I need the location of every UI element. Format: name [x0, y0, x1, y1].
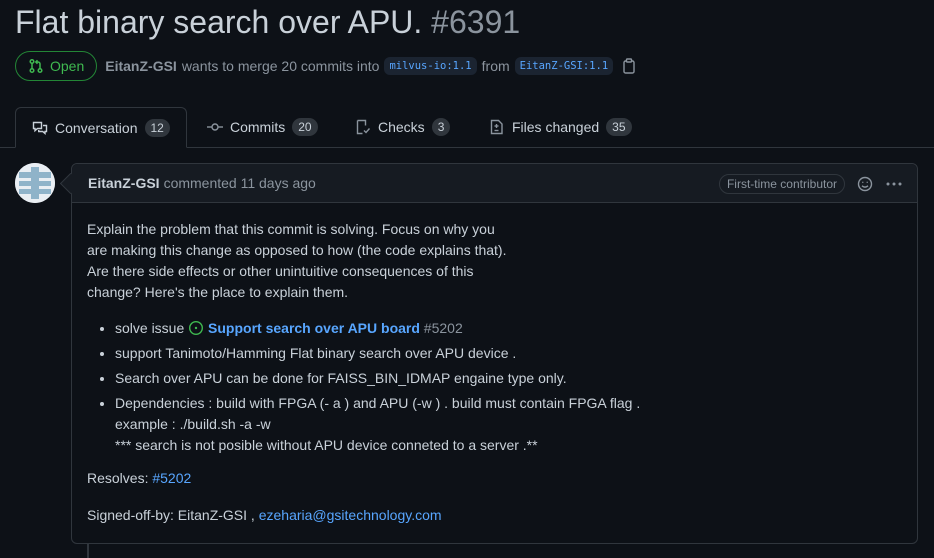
tab-counter: 3 [431, 118, 451, 136]
head-branch[interactable]: EitanZ-GSI:1.1 [514, 57, 614, 75]
bullet-text: solve issue [115, 320, 185, 336]
tab-counter: 12 [144, 118, 170, 137]
list-item: Dependencies : build with FPGA (- a ) an… [115, 393, 902, 456]
state-label: Open [50, 58, 85, 74]
list-item: support Tanimoto/Hamming Flat binary sea… [115, 343, 902, 364]
body-line: are making this change as opposed to how… [87, 242, 507, 258]
issue-number[interactable]: #5202 [424, 320, 463, 336]
tab-files-changed[interactable]: Files changed 35 [489, 107, 632, 147]
bullet-text: *** search is not posible without APU de… [115, 437, 538, 453]
tab-commits[interactable]: Commits 20 [207, 107, 318, 147]
resolves-line: Resolves: #5202 [87, 468, 902, 489]
comment-timestamp[interactable]: commented 11 days ago [164, 175, 316, 191]
merge-text: wants to merge 20 commits into [181, 58, 380, 74]
tab-counter: 35 [606, 118, 632, 136]
email-link[interactable]: ezeharia@gsitechnology.com [259, 507, 442, 523]
comment-header-actions: First-time contributor [718, 164, 903, 203]
avatar[interactable] [15, 163, 55, 203]
pr-tabs: Conversation 12 Commits 20 Checks 3 File… [0, 107, 934, 148]
smiley-icon[interactable] [857, 176, 873, 192]
tab-label: Commits [230, 119, 286, 135]
tab-checks[interactable]: Checks 3 [355, 107, 451, 147]
tab-conversation[interactable]: Conversation 12 [15, 107, 187, 148]
state-badge: Open [15, 51, 98, 81]
comment-box: EitanZ-GSI commented 11 days ago First-t… [71, 163, 918, 544]
pr-meta-row: Open EitanZ-GSI wants to merge 20 commit… [15, 50, 636, 82]
merge-info: EitanZ-GSI wants to merge 20 commits int… [105, 57, 636, 75]
pr-title: Flat binary search over APU. #6391 [15, 2, 520, 42]
from-text: from [481, 58, 510, 74]
tab-counter: 20 [292, 118, 318, 136]
signed-off-label: Signed-off-by: EitanZ-GSI , [87, 507, 255, 523]
kebab-horizontal-icon[interactable] [885, 176, 903, 192]
bullet-text: example : ./build.sh -a -w [115, 416, 271, 432]
tab-label: Files changed [512, 119, 600, 135]
comment-author[interactable]: EitanZ-GSI [88, 175, 160, 191]
issue-link[interactable]: Support search over APU board [208, 320, 420, 336]
comment-header: EitanZ-GSI commented 11 days ago First-t… [72, 164, 917, 203]
base-branch[interactable]: milvus-io:1.1 [384, 57, 477, 75]
comment-discussion-icon [32, 121, 48, 135]
tab-label: Checks [378, 119, 425, 135]
git-pull-request-icon [29, 58, 43, 74]
git-commit-icon [207, 123, 223, 131]
timeline-line [87, 544, 89, 558]
copy-icon[interactable] [622, 58, 636, 74]
body-paragraph: Explain the problem that this commit is … [87, 219, 902, 303]
comment-body: Explain the problem that this commit is … [72, 203, 917, 542]
bullet-list: solve issue Support search over APU boar… [87, 318, 902, 456]
pr-number: #6391 [431, 4, 521, 40]
first-time-contributor-badge: First-time contributor [718, 173, 845, 194]
signed-off-line: Signed-off-by: EitanZ-GSI , ezeharia@gsi… [87, 505, 902, 526]
checklist-icon [356, 119, 371, 135]
list-item: solve issue Support search over APU boar… [115, 318, 902, 339]
pr-author-link[interactable]: EitanZ-GSI [105, 58, 177, 74]
body-line: Are there side effects or other unintuit… [87, 263, 474, 279]
resolves-link[interactable]: #5202 [152, 470, 191, 486]
pr-title-text: Flat binary search over APU. [15, 4, 423, 40]
body-line: Explain the problem that this commit is … [87, 221, 495, 237]
body-line: change? Here's the place to explain them… [87, 284, 349, 300]
issue-opened-icon [189, 320, 204, 336]
resolves-label: Resolves: [87, 470, 149, 486]
file-diff-icon [490, 119, 503, 135]
tab-label: Conversation [55, 119, 138, 136]
bullet-text: Dependencies : build with FPGA (- a ) an… [115, 395, 641, 411]
list-item: Search over APU can be done for FAISS_BI… [115, 368, 902, 389]
